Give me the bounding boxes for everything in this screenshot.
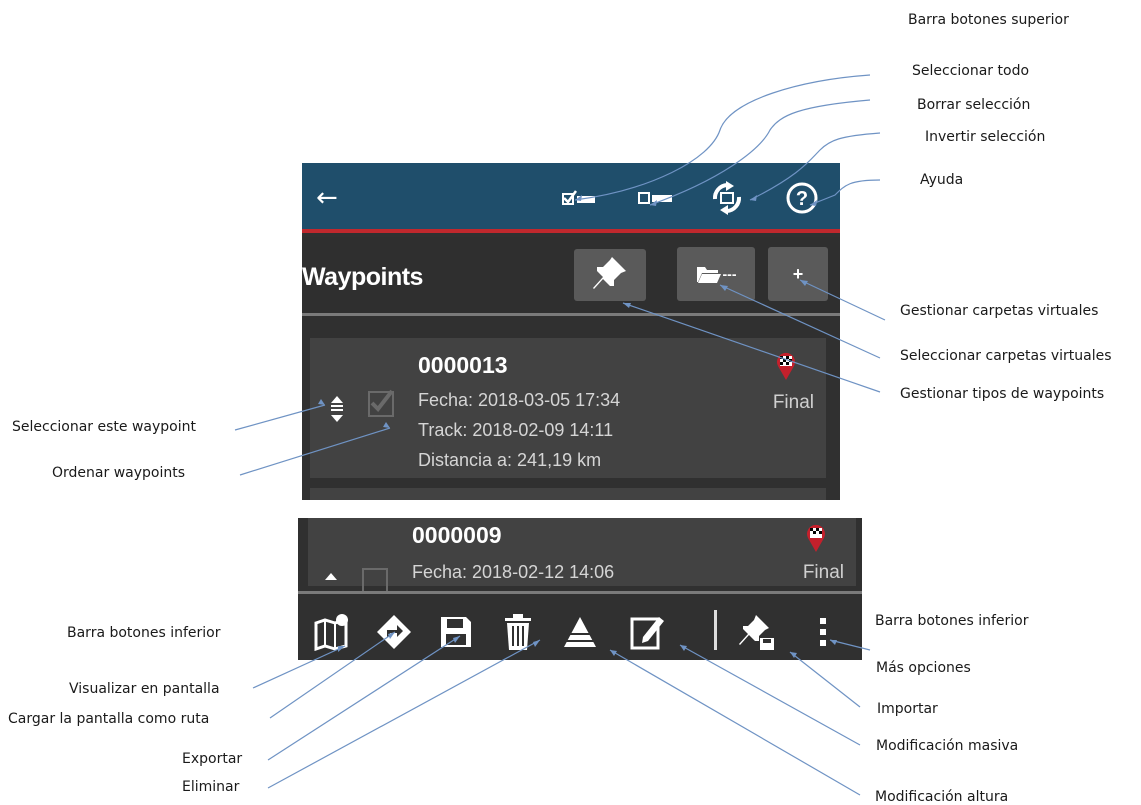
label-select-virtual-folders: Seleccionar carpetas virtuales <box>900 348 1112 364</box>
label-height-edit: Modificación altura <box>875 789 1009 805</box>
label-bottom-bar-left: Barra botones inferior <box>67 625 221 641</box>
label-invert-selection: Invertir selección <box>925 129 1046 145</box>
label-manage-waypoint-types: Gestionar tipos de waypoints <box>900 386 1105 402</box>
label-top-bar: Barra botones superior <box>908 12 1069 28</box>
label-mass-edit: Modificación masiva <box>876 738 1019 754</box>
label-clear-selection: Borrar selección <box>917 97 1031 113</box>
label-delete: Eliminar <box>182 779 240 795</box>
label-select-this-waypoint: Seleccionar este waypoint <box>12 419 196 435</box>
label-bottom-bar-right: Barra botones inferior <box>875 613 1029 629</box>
label-import: Importar <box>877 701 938 717</box>
label-manage-virtual-folders: Gestionar carpetas virtuales <box>900 303 1099 319</box>
label-more-options: Más opciones <box>876 660 971 676</box>
label-select-all: Seleccionar todo <box>912 63 1030 79</box>
label-help: Ayuda <box>920 172 964 188</box>
label-sort-waypoints: Ordenar waypoints <box>52 465 185 481</box>
label-export: Exportar <box>182 751 243 767</box>
label-load-screen-as-route: Cargar la pantalla como ruta <box>8 711 210 727</box>
label-show-on-screen: Visualizar en pantalla <box>69 681 220 697</box>
